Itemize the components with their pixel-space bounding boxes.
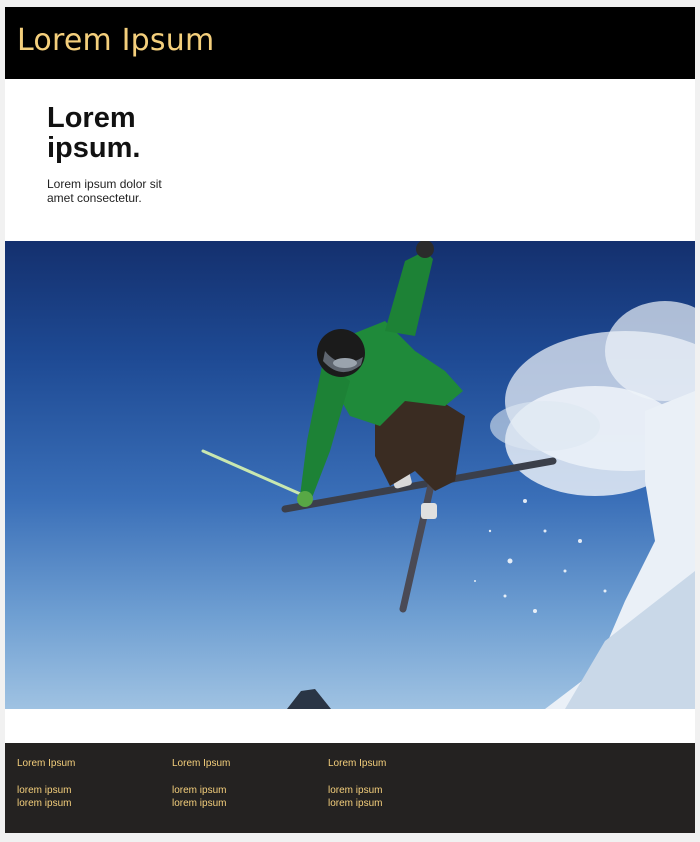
footer-column-1: Lorem Ipsum lorem ipsum lorem ipsum	[17, 757, 137, 810]
ski-pole	[201, 449, 307, 498]
page: Lorem Ipsum Lorem ipsum. Lorem ipsum dol…	[5, 7, 695, 833]
snow-particles	[474, 499, 607, 613]
top-bar: Lorem Ipsum	[5, 7, 695, 79]
rock-peak	[287, 689, 331, 709]
footer-column-title[interactable]: Lorem Ipsum	[328, 757, 448, 770]
footer-link[interactable]: lorem ipsum	[172, 784, 292, 797]
intro-text: Lorem ipsum dolor sit amet consectetur.	[47, 177, 162, 205]
footer-column-title[interactable]: Lorem Ipsum	[17, 757, 137, 770]
footer-link[interactable]: lorem ipsum	[17, 784, 137, 797]
skier-illustration	[201, 241, 695, 709]
section-spacer	[5, 709, 695, 743]
site-title[interactable]: Lorem Ipsum	[17, 23, 214, 59]
footer-link[interactable]: lorem ipsum	[328, 797, 448, 810]
footer-link[interactable]: lorem ipsum	[172, 797, 292, 810]
hero-image	[5, 241, 695, 709]
footer: Lorem Ipsum lorem ipsum lorem ipsum Lore…	[5, 743, 695, 833]
footer-link[interactable]: lorem ipsum	[17, 797, 137, 810]
footer-column-title[interactable]: Lorem Ipsum	[172, 757, 292, 770]
footer-column-2: Lorem Ipsum lorem ipsum lorem ipsum	[172, 757, 292, 810]
footer-column-3: Lorem Ipsum lorem ipsum lorem ipsum	[328, 757, 448, 810]
intro-heading: Lorem ipsum.	[47, 102, 141, 164]
intro-section: Lorem ipsum. Lorem ipsum dolor sit amet …	[5, 79, 695, 241]
footer-link[interactable]: lorem ipsum	[328, 784, 448, 797]
